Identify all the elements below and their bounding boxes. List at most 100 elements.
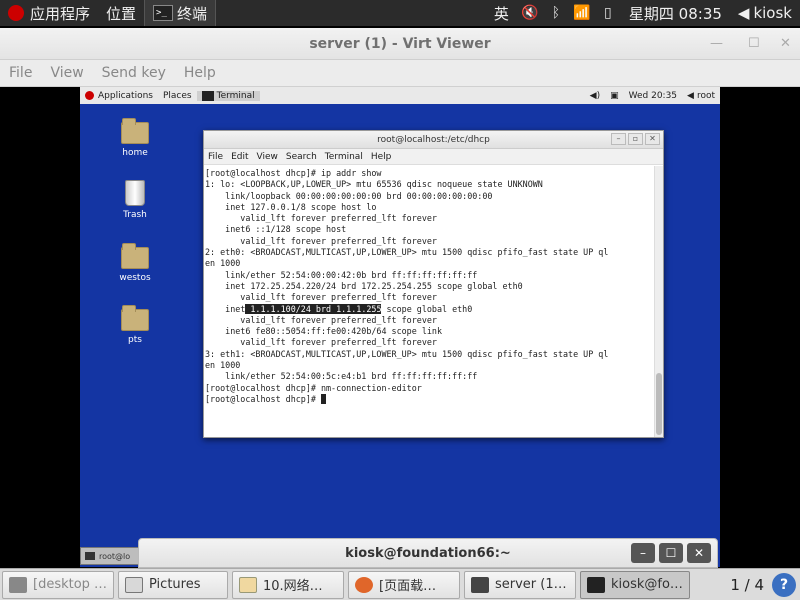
task-virt-viewer[interactable]: server (1… bbox=[464, 570, 576, 599]
terminal-menu-view[interactable]: View bbox=[253, 152, 282, 162]
guest-applications-menu[interactable]: Applications bbox=[80, 91, 158, 101]
trash-icon bbox=[125, 180, 145, 206]
terminal-scrollbar[interactable] bbox=[654, 166, 663, 437]
terminal-line: valid_lft forever preferred_lft forever bbox=[205, 314, 437, 325]
guest-taskbar-item[interactable]: root@lo bbox=[80, 547, 140, 565]
task-desktop[interactable]: [desktop … bbox=[2, 570, 114, 599]
terminal-menu-help[interactable]: Help bbox=[367, 152, 396, 162]
bluetooth-icon[interactable]: ᛒ bbox=[543, 5, 569, 21]
guest-volume-icon[interactable]: ◀) bbox=[585, 91, 605, 101]
task-browser[interactable]: [页面载… bbox=[348, 570, 460, 599]
help-icon[interactable]: ? bbox=[772, 572, 796, 597]
desktop-icon-label: pts bbox=[128, 335, 142, 345]
guest-taskbar-terminal-icon bbox=[85, 552, 95, 560]
terminal-line: 3: eth1: <BROADCAST,MULTICAST,UP,LOWER_U… bbox=[205, 348, 609, 359]
terminal-menu-edit[interactable]: Edit bbox=[227, 152, 252, 162]
task-pictures[interactable]: Pictures bbox=[118, 570, 228, 599]
desktop-icon-westos[interactable]: westos bbox=[103, 243, 167, 283]
kiosk-minimize-icon[interactable]: – bbox=[631, 543, 655, 563]
battery-icon[interactable]: ▯ bbox=[595, 5, 621, 21]
terminal-menu-file[interactable]: File bbox=[204, 152, 227, 162]
kiosk-maximize-icon[interactable]: ☐ bbox=[659, 543, 683, 563]
desktop-app-icon bbox=[9, 576, 27, 593]
menu-send-key[interactable]: Send key bbox=[93, 65, 175, 81]
terminal-maximize-icon[interactable]: ▫ bbox=[628, 133, 643, 145]
guest-terminal-label: Terminal bbox=[216, 90, 255, 101]
kiosk-terminal-window[interactable]: kiosk@foundation66:~ – ☐ ✕ bbox=[138, 538, 718, 568]
task-label: [页面载… bbox=[379, 579, 437, 594]
guest-applications-label: Applications bbox=[98, 90, 153, 101]
terminal-line: 2: eth0: <BROADCAST,MULTICAST,UP,LOWER_U… bbox=[205, 247, 609, 258]
guest-terminal-window[interactable]: root@localhost:/etc/dhcp – ▫ ✕ File Edit… bbox=[203, 130, 664, 438]
guest-terminal-icon bbox=[201, 90, 214, 101]
maximize-icon[interactable]: ☐ bbox=[748, 36, 760, 51]
terminal-line: [root@localhost dhcp]# nm-connection-edi… bbox=[205, 382, 422, 393]
redhat-logo-icon bbox=[8, 5, 24, 21]
folder-icon bbox=[121, 243, 149, 269]
guest-clock[interactable]: Wed 20:35 bbox=[624, 91, 682, 101]
terminal-task-label: 终端 bbox=[177, 4, 208, 23]
terminal-line: en 1000 bbox=[205, 360, 241, 371]
applications-label: 应用程序 bbox=[30, 4, 91, 23]
places-menu[interactable]: 位置 bbox=[98, 0, 144, 26]
task-label: [desktop … bbox=[33, 577, 108, 592]
guest-places-menu[interactable]: Places bbox=[158, 91, 197, 101]
terminal-titlebar[interactable]: root@localhost:/etc/dhcp – ▫ ✕ bbox=[204, 131, 663, 149]
kiosk-close-icon[interactable]: ✕ bbox=[687, 543, 711, 563]
workspace-pager[interactable]: 1 / 4 bbox=[726, 576, 768, 594]
menu-view[interactable]: View bbox=[41, 65, 92, 81]
clock[interactable]: 星期四 08:35 bbox=[621, 0, 730, 26]
viewer-title: server (1) - Virt Viewer bbox=[309, 35, 491, 52]
desktop-icon-pts[interactable]: pts bbox=[103, 305, 167, 345]
terminal-minimize-icon[interactable]: – bbox=[611, 133, 626, 145]
terminal-menu-search[interactable]: Search bbox=[282, 152, 321, 162]
terminal-menu-terminal[interactable]: Terminal bbox=[321, 152, 367, 162]
terminal-line: [root@localhost dhcp]# ip addr show bbox=[205, 168, 382, 178]
close-icon[interactable]: ✕ bbox=[780, 36, 791, 51]
terminal-line: 1: lo: <LOOPBACK,UP,LOWER_UP> mtu 65536 … bbox=[205, 179, 543, 190]
prompt: [root@localhost dhcp]# bbox=[205, 393, 321, 404]
applications-menu[interactable]: 应用程序 bbox=[0, 0, 98, 26]
scrollbar-thumb[interactable] bbox=[656, 373, 662, 435]
terminal-task-button[interactable]: >_ 终端 bbox=[144, 0, 217, 26]
guest-user-label: root bbox=[696, 90, 715, 101]
minimize-icon[interactable]: — bbox=[710, 36, 723, 51]
guest-terminal-task[interactable]: Terminal bbox=[196, 90, 260, 101]
terminal-title: root@localhost:/etc/dhcp bbox=[377, 134, 490, 145]
guest-desktop[interactable]: Applications Places Terminal ◀) ▣ Wed 20… bbox=[80, 87, 720, 567]
terminal-line: en 1000 bbox=[205, 258, 241, 269]
volume-muted-icon[interactable]: 🔇 bbox=[517, 5, 543, 21]
task-label: Pictures bbox=[149, 577, 201, 592]
menu-help[interactable]: Help bbox=[175, 65, 225, 81]
task-document[interactable]: 10.网络… bbox=[232, 570, 344, 599]
terminal-line: inet6 ::1/128 scope host bbox=[205, 224, 347, 235]
network-icon[interactable]: 📶 bbox=[569, 5, 595, 21]
terminal-prompt-line: [root@localhost dhcp]# bbox=[205, 393, 656, 405]
selection-suffix: scope global eth0 bbox=[381, 303, 473, 314]
input-method-indicator[interactable]: 英 bbox=[486, 0, 517, 26]
kiosk-window-title: kiosk@foundation66:~ bbox=[345, 545, 511, 561]
host-taskbar: [desktop … Pictures 10.网络… [页面载… server … bbox=[0, 568, 800, 600]
guest-top-panel: Applications Places Terminal ◀) ▣ Wed 20… bbox=[80, 87, 720, 104]
task-kiosk-terminal[interactable]: kiosk@fo… bbox=[580, 570, 690, 599]
terminal-line: valid_lft forever preferred_lft forever bbox=[205, 213, 437, 224]
home-folder-icon bbox=[121, 118, 149, 144]
guest-user-menu[interactable]: ◀ root bbox=[682, 91, 720, 101]
terminal-close-icon[interactable]: ✕ bbox=[645, 133, 660, 145]
menu-file[interactable]: File bbox=[0, 65, 41, 81]
text-editor-icon bbox=[239, 576, 257, 593]
text-cursor bbox=[320, 393, 326, 404]
selection-prefix: inet bbox=[205, 303, 246, 314]
terminal-line: valid_lft forever preferred_lft forever bbox=[205, 235, 437, 246]
places-label: 位置 bbox=[106, 4, 137, 23]
terminal-line: valid_lft forever preferred_lft forever bbox=[205, 337, 437, 348]
user-menu[interactable]: ◀ kiosk bbox=[730, 0, 800, 26]
sound-icon: ◀ bbox=[737, 4, 750, 22]
selected-text: 1.1.1.100/24 brd 1.1.1.255 bbox=[245, 303, 382, 314]
guest-display-icon[interactable]: ▣ bbox=[605, 91, 624, 101]
terminal-icon bbox=[587, 576, 605, 593]
terminal-icon: >_ bbox=[153, 5, 174, 21]
desktop-icon-home[interactable]: home bbox=[103, 118, 167, 158]
terminal-output[interactable]: [root@localhost dhcp]# ip addr show 1: lo… bbox=[204, 166, 656, 437]
desktop-icon-trash[interactable]: Trash bbox=[103, 180, 167, 220]
